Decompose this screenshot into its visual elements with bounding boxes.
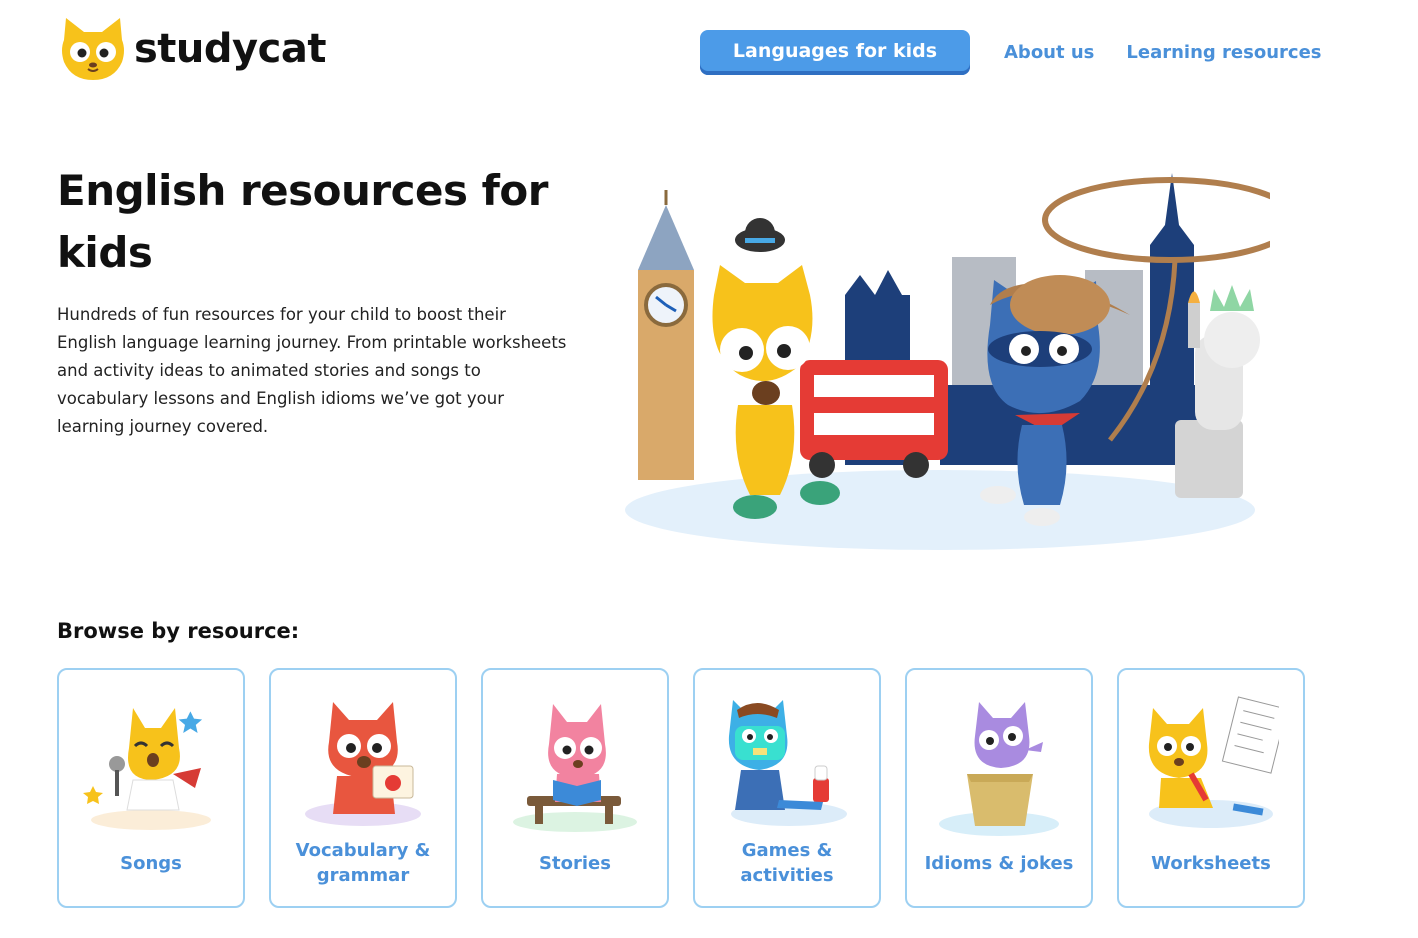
cat-reading-book-icon (513, 704, 637, 832)
cat-with-flashcard-icon (305, 702, 421, 826)
card-games-activities[interactable]: Games & activities (693, 668, 881, 908)
about-us-link[interactable]: About us (1004, 42, 1094, 63)
card-songs[interactable]: Songs (57, 668, 245, 908)
card-worksheets[interactable]: Worksheets (1117, 668, 1305, 908)
languages-for-kids-button[interactable]: Languages for kids (700, 30, 970, 75)
cat-with-worksheet-icon (1148, 696, 1279, 828)
cat-with-glue-icon (728, 700, 847, 826)
card-idioms-jokes[interactable]: Idioms & jokes (905, 668, 1093, 908)
card-vocabulary-grammar[interactable]: Vocabulary & grammar (269, 668, 457, 908)
hero-illustration (625, 173, 1270, 550)
site-header: studycat Languages for kids About us Lea… (0, 0, 1418, 100)
studycat-logo[interactable]: studycat (58, 16, 326, 82)
card-stories[interactable]: Stories (481, 668, 669, 908)
cat-logo-icon (62, 18, 124, 80)
learning-resources-link[interactable]: Learning resources (1126, 42, 1321, 63)
card-label-games-activities: Games & activities (740, 840, 834, 886)
resource-cards: Songs Vocabulary & grammar Stories Games… (57, 668, 1305, 908)
brand-name: studycat (134, 26, 326, 72)
card-label-stories: Stories (539, 852, 611, 874)
card-label-songs: Songs (120, 852, 182, 874)
cat-in-paper-bag-icon (939, 702, 1059, 836)
hero-description: Hundreds of fun resources for your child… (57, 305, 567, 436)
main-nav: Languages for kids About us Learning res… (700, 30, 1322, 75)
singing-cat-icon (83, 708, 211, 830)
card-label-vocabulary-grammar: Vocabulary & grammar (295, 840, 431, 886)
card-label-worksheets: Worksheets (1151, 852, 1271, 874)
card-label-idioms-jokes: Idioms & jokes (924, 852, 1074, 874)
page-title: English resources for kids (57, 166, 548, 277)
browse-title: Browse by resource: (57, 619, 300, 643)
